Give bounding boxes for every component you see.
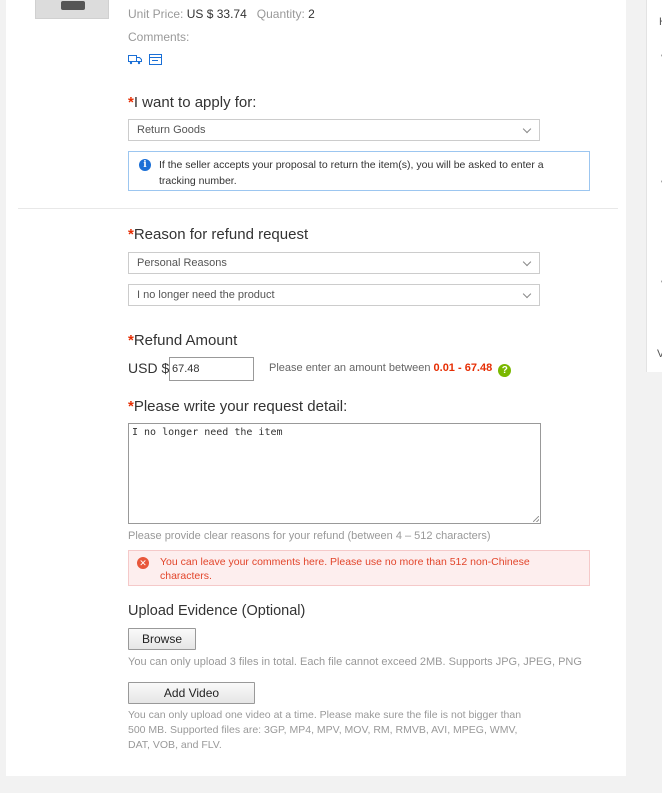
apply-for-value: Return Goods: [137, 124, 206, 136]
side-letter-v: V: [657, 348, 662, 360]
side-panel: H • • • V: [646, 0, 662, 372]
request-detail-hint: Please provide clear reasons for your re…: [128, 530, 491, 542]
request-detail-error: ✕ You can leave your comments here. Plea…: [128, 550, 590, 586]
unit-price-label: Unit Price:: [128, 7, 184, 21]
reason-label: Reason for refund request: [133, 226, 309, 243]
request-detail-value: I no longer need the item: [132, 427, 283, 438]
reason-primary-select[interactable]: Personal Reasons: [128, 252, 540, 274]
video-upload-note: You can only upload one video at a time.…: [128, 709, 522, 751]
apply-for-select[interactable]: Return Goods: [128, 119, 540, 141]
quantity-value: 2: [308, 7, 315, 21]
currency-label: USD $: [128, 360, 170, 376]
info-icon: i: [139, 159, 151, 171]
add-video-button[interactable]: Add Video: [128, 682, 255, 704]
file-upload-note: You can only upload 3 files in total. Ea…: [128, 656, 582, 668]
reason-heading: *Reason for refund request: [128, 226, 308, 243]
return-info-text: If the seller accepts your proposal to r…: [159, 159, 544, 187]
reason-secondary-value: I no longer need the product: [137, 289, 275, 301]
reason-primary-value: Personal Reasons: [137, 257, 227, 269]
comments-label: Comments:: [128, 30, 190, 44]
help-icon[interactable]: ?: [498, 364, 512, 377]
apply-for-label: I want to apply for:: [133, 94, 257, 111]
chevron-down-icon: [522, 124, 532, 134]
resize-handle-icon[interactable]: [533, 516, 539, 522]
chevron-down-icon: [522, 289, 532, 299]
refund-hint-text: Please enter an amount between: [269, 362, 431, 374]
request-detail-label: Please write your request detail:: [133, 398, 348, 415]
refund-amount-input[interactable]: 67.48: [169, 357, 254, 381]
product-thumbnail[interactable]: [35, 0, 109, 19]
truck-icon[interactable]: [128, 54, 142, 65]
product-meta: Unit Price: US $ 33.74 Quantity: 2: [128, 7, 315, 21]
chevron-down-icon: [522, 257, 532, 267]
section-divider: [18, 208, 618, 209]
browse-button[interactable]: Browse: [128, 628, 196, 650]
reason-secondary-select[interactable]: I no longer need the product: [128, 284, 540, 306]
refund-range: 0.01 - 67.48: [433, 362, 493, 374]
request-detail-error-text: You can leave your comments here. Please…: [160, 556, 530, 582]
upload-evidence-heading: Upload Evidence (Optional): [128, 603, 306, 619]
apply-for-heading: *I want to apply for:: [128, 94, 256, 111]
refund-range-hint: Please enter an amount between 0.01 - 67…: [269, 362, 512, 377]
return-info-box: i If the seller accepts your proposal to…: [128, 151, 590, 191]
request-detail-textarea[interactable]: I no longer need the item: [128, 423, 541, 524]
request-detail-heading: *Please write your request detail:: [128, 398, 347, 415]
card-icon[interactable]: [149, 54, 162, 65]
refund-amount-label: Refund Amount: [133, 332, 238, 349]
unit-price-value: US $ 33.74: [186, 7, 247, 21]
refund-amount-heading: *Refund Amount: [128, 332, 237, 349]
quantity-label: Quantity:: [256, 7, 305, 21]
error-icon: ✕: [137, 557, 149, 569]
